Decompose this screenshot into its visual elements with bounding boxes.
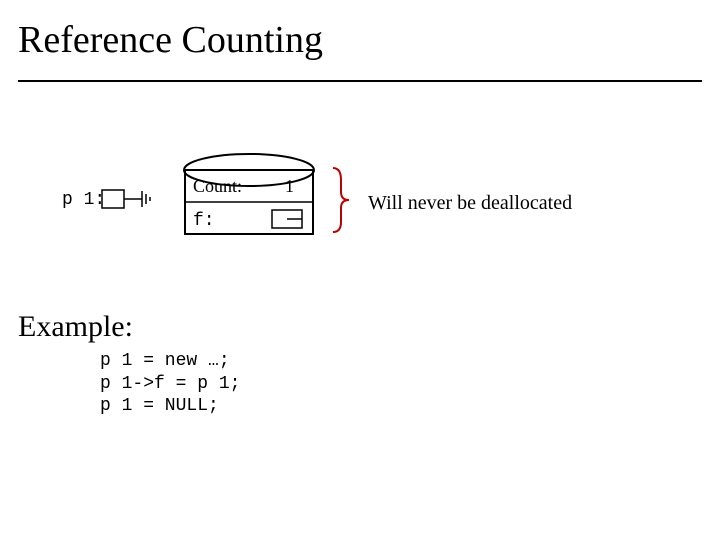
code-block: p 1 = new …; p 1->f = p 1; p 1 = NULL; xyxy=(100,350,240,418)
diagram: p 1: Count: 1 f: xyxy=(0,0,720,300)
f-label: f: xyxy=(193,211,215,231)
annotation-text: Will never be deallocated xyxy=(368,192,572,215)
p1-label: p 1: xyxy=(62,190,105,210)
annotation-brace xyxy=(333,168,349,232)
p1-null-symbol xyxy=(124,191,150,207)
example-heading: Example: xyxy=(18,310,133,344)
p1-box xyxy=(102,190,124,208)
count-value: 1 xyxy=(285,176,294,196)
